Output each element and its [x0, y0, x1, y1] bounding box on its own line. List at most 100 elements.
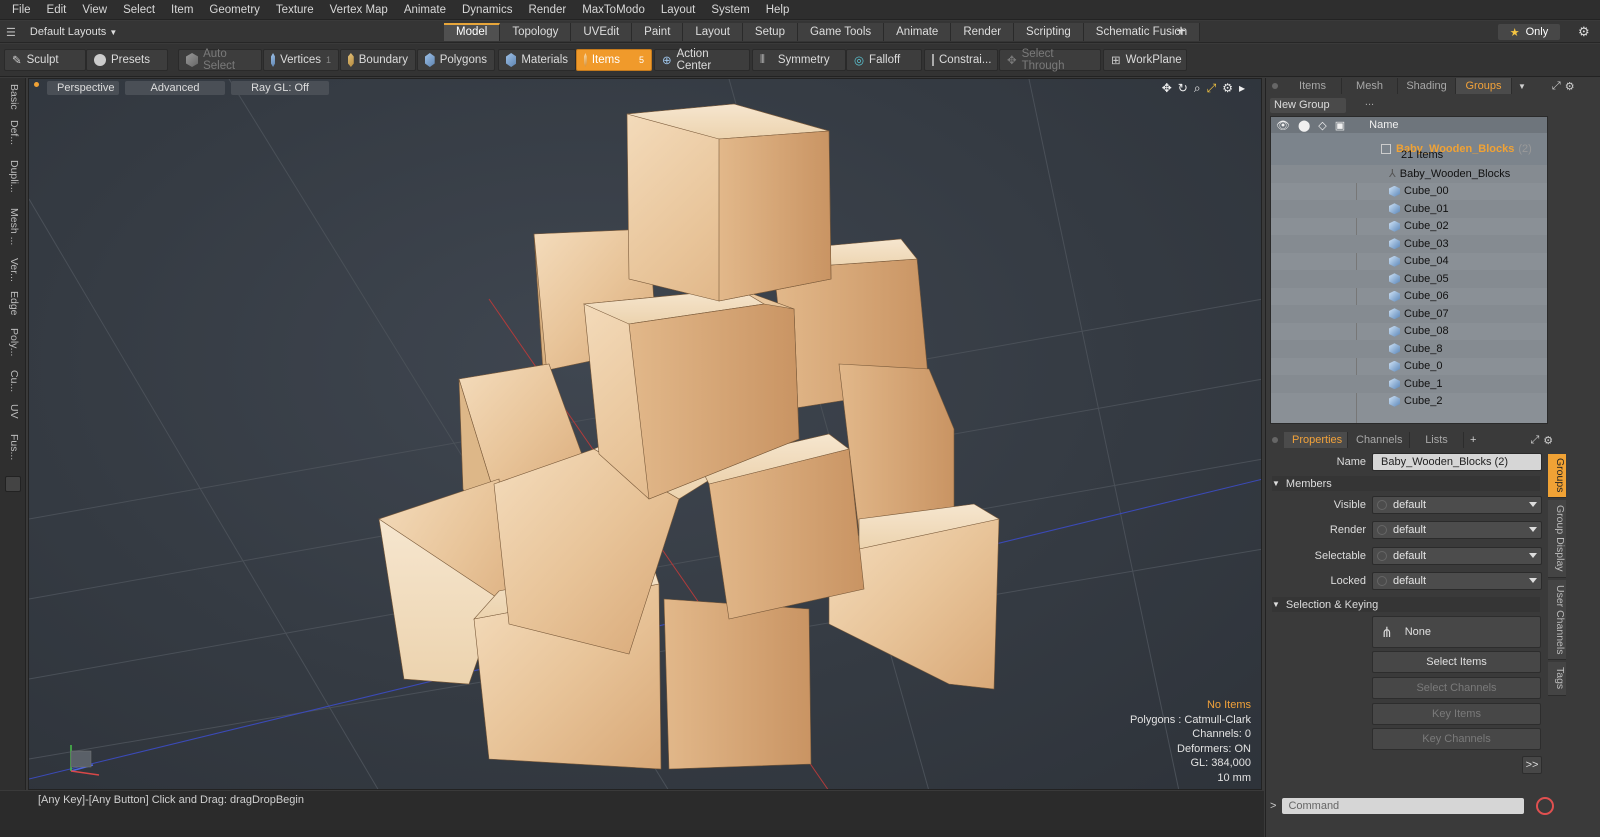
tab-model[interactable]: Model: [444, 23, 501, 41]
gear-icon[interactable]: ⚙: [1565, 80, 1575, 93]
tab-items[interactable]: Items: [1284, 78, 1342, 94]
action-center-button[interactable]: ⊕ Action Center: [654, 48, 750, 72]
auto-select-button[interactable]: Auto Select: [178, 48, 262, 72]
tab-curve[interactable]: Cu...: [4, 366, 20, 396]
render-icon[interactable]: ⬤: [1298, 119, 1310, 132]
tab-duplicate[interactable]: Dupli...: [4, 154, 20, 198]
menu-geometry[interactable]: Geometry: [201, 4, 268, 16]
gear-icon[interactable]: ⚙: [1543, 434, 1553, 447]
key-items-button[interactable]: Key Items: [1372, 703, 1541, 725]
list-item[interactable]: Cube_8: [1271, 340, 1547, 358]
symmetry-button[interactable]: ⫴ Symmetry: [752, 49, 846, 71]
boundary-button[interactable]: Boundary: [340, 49, 416, 71]
tab-setup[interactable]: Setup: [742, 23, 798, 41]
tab-vertex[interactable]: Ver...: [4, 254, 20, 286]
tab-animate[interactable]: Animate: [884, 23, 952, 41]
menu-file[interactable]: File: [4, 4, 39, 16]
tab-scripting[interactable]: Scripting: [1014, 23, 1084, 41]
list-item[interactable]: Cube_2: [1271, 393, 1547, 411]
tab-render[interactable]: Render: [951, 23, 1015, 41]
tab-uvedit[interactable]: UVEdit: [571, 23, 633, 41]
expand-icon[interactable]: ⤢: [1530, 434, 1539, 447]
list-item[interactable]: ⅄ Baby_Wooden_Blocks: [1271, 165, 1547, 183]
key-channels-button[interactable]: Key Channels: [1372, 728, 1541, 750]
select-through-button[interactable]: ✥ Select Through: [999, 48, 1101, 72]
tab-paint[interactable]: Paint: [632, 23, 684, 41]
menu-texture[interactable]: Texture: [268, 4, 322, 16]
zoom-icon[interactable]: ⌕: [1194, 81, 1201, 96]
tab-game-tools[interactable]: Game Tools: [797, 23, 885, 41]
3d-viewport[interactable]: Perspective Advanced Ray GL: Off ✥ ↻ ⌕ ⤢…: [28, 78, 1262, 790]
add-tab-icon[interactable]: +: [1172, 23, 1190, 41]
polygons-button[interactable]: Polygons: [417, 49, 495, 71]
tab-deform[interactable]: Def...: [4, 114, 20, 152]
tab-mesh[interactable]: Mesh ...: [4, 202, 20, 252]
layout-selector[interactable]: ☰ Default Layouts ▼: [6, 24, 117, 40]
select-items-button[interactable]: Select Items: [1372, 651, 1541, 673]
sidetab-tags[interactable]: Tags: [1548, 662, 1566, 696]
lock-icon[interactable]: ▣: [1335, 119, 1345, 132]
menu-animate[interactable]: Animate: [396, 4, 454, 16]
sidetab-groups[interactable]: Groups: [1548, 454, 1566, 498]
tab-shading[interactable]: Shading: [1398, 78, 1456, 94]
falloff-button[interactable]: ◎ Falloff: [846, 49, 922, 71]
list-item[interactable]: Cube_1: [1271, 375, 1547, 393]
pan-icon[interactable]: ✥: [1162, 81, 1172, 96]
none-selector[interactable]: ⋔ None: [1372, 616, 1541, 648]
tab-layout[interactable]: Layout: [683, 23, 743, 41]
chevron-down-icon[interactable]: ▼: [1518, 82, 1526, 91]
new-group-button[interactable]: New Group: [1270, 98, 1346, 113]
tab-lists[interactable]: Lists: [1410, 432, 1464, 448]
viewport-gear-icon[interactable]: ⚙: [1222, 81, 1233, 96]
menu-maxtomodo[interactable]: MaxToModo: [574, 4, 653, 16]
presets-button[interactable]: Presets: [86, 49, 168, 71]
name-field[interactable]: Baby_Wooden_Blocks (2): [1372, 453, 1542, 471]
select-channels-button[interactable]: Select Channels: [1372, 677, 1541, 699]
menu-view[interactable]: View: [74, 4, 115, 16]
menu-render[interactable]: Render: [520, 4, 574, 16]
tab-channels[interactable]: Channels: [1348, 432, 1410, 448]
more-button[interactable]: >>: [1522, 756, 1542, 774]
visible-dropdown[interactable]: default: [1372, 496, 1542, 514]
raygl-toggle[interactable]: Ray GL: Off: [231, 81, 329, 95]
sculpt-button[interactable]: ✎ Sculpt: [4, 49, 86, 71]
eye-icon[interactable]: 👁: [1276, 119, 1290, 132]
selection-keying-section[interactable]: ▼ Selection & Keying: [1272, 597, 1540, 612]
sidetab-group-display[interactable]: Group Display: [1548, 500, 1566, 578]
gear-icon[interactable]: ⚙: [1578, 24, 1590, 40]
command-input[interactable]: Command: [1282, 798, 1525, 814]
tab-edge[interactable]: Edge: [4, 288, 20, 318]
advanced-dropdown[interactable]: Advanced: [125, 81, 225, 95]
menu-layout[interactable]: Layout: [653, 4, 704, 16]
vertices-button[interactable]: Vertices 1: [263, 49, 339, 71]
render-dropdown[interactable]: default: [1372, 521, 1542, 539]
tab-uv[interactable]: UV: [4, 400, 20, 422]
constraints-button[interactable]: Constrai...: [924, 49, 998, 71]
rotate-icon[interactable]: ↻: [1178, 81, 1188, 96]
list-item[interactable]: Cube_00: [1271, 183, 1547, 201]
list-item[interactable]: Cube_05: [1271, 270, 1547, 288]
tab-fusion[interactable]: Fus...: [4, 428, 20, 466]
list-item[interactable]: Cube_06: [1271, 288, 1547, 306]
viewport-expand-icon[interactable]: ▸: [1239, 81, 1245, 96]
list-item[interactable]: Cube_0: [1271, 358, 1547, 376]
sidetab-user-channels[interactable]: User Channels: [1548, 580, 1566, 660]
selectable-dropdown[interactable]: default: [1372, 547, 1542, 565]
list-item[interactable]: Cube_08: [1271, 323, 1547, 341]
only-button[interactable]: ★ Only: [1498, 24, 1560, 40]
workplane-button[interactable]: ⊞ WorkPlane: [1103, 49, 1187, 71]
menu-vertex-map[interactable]: Vertex Map: [322, 4, 396, 16]
menu-item[interactable]: Item: [163, 4, 201, 16]
scene-canvas[interactable]: [29, 79, 1262, 790]
tab-polygon[interactable]: Poly...: [4, 322, 20, 362]
list-item[interactable]: Cube_02: [1271, 218, 1547, 236]
list-item[interactable]: Cube_04: [1271, 253, 1547, 271]
locked-dropdown[interactable]: default: [1372, 572, 1542, 590]
menu-system[interactable]: System: [703, 4, 757, 16]
viewport-menu-dot[interactable]: [34, 82, 39, 87]
tab-topology[interactable]: Topology: [500, 23, 572, 41]
tab-groups[interactable]: Groups: [1456, 78, 1512, 94]
list-item[interactable]: Cube_01: [1271, 200, 1547, 218]
tab-properties[interactable]: Properties: [1284, 432, 1348, 448]
perspective-dropdown[interactable]: Perspective: [47, 81, 119, 95]
